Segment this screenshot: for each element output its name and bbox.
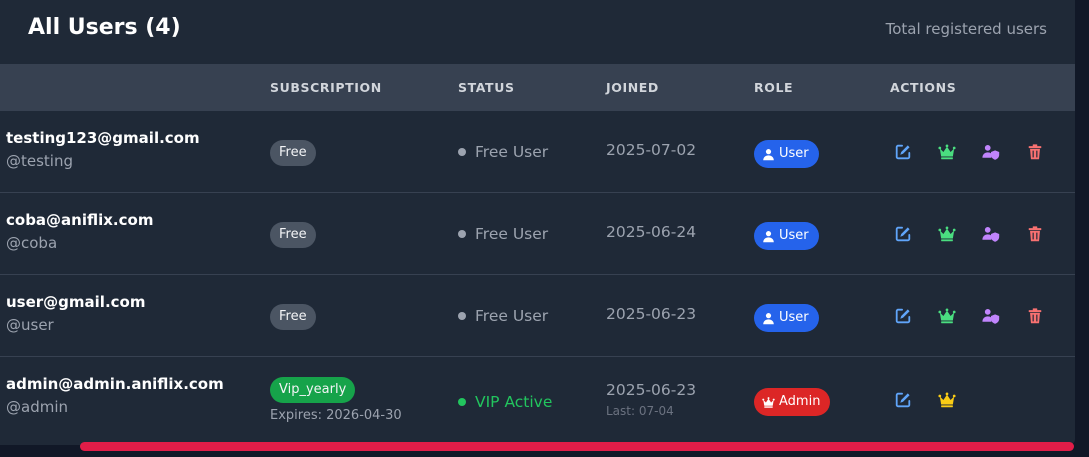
users-panel: All Users (4) Total registered users SUB… xyxy=(0,0,1075,445)
edit-button[interactable] xyxy=(892,389,936,411)
role-label: Admin xyxy=(779,394,821,409)
crown-icon xyxy=(938,392,956,408)
subscription-expiry: Expires: 2026-04-30 xyxy=(270,408,402,423)
subscription-badge: Free xyxy=(270,304,316,330)
column-joined: JOINED xyxy=(606,80,659,95)
role-badge: Admin xyxy=(754,388,831,416)
edit-icon xyxy=(895,144,911,160)
make-admin-button[interactable] xyxy=(980,305,1024,327)
subscription-badge: Free xyxy=(270,222,316,248)
upgrade-vip-button[interactable] xyxy=(936,223,980,245)
user-icon xyxy=(763,148,774,160)
trash-icon xyxy=(1028,308,1042,324)
user-shield-icon xyxy=(982,309,1000,324)
make-admin-button[interactable] xyxy=(980,223,1024,245)
status-indicator: VIP Active xyxy=(458,393,552,411)
edit-button[interactable] xyxy=(892,141,936,163)
table-row: testing123@gmail.com @testing Free Free … xyxy=(0,110,1075,192)
panel-header: All Users (4) Total registered users xyxy=(0,0,1075,64)
upgrade-vip-button[interactable] xyxy=(936,305,980,327)
user-shield-icon xyxy=(982,145,1000,160)
role-label: User xyxy=(779,146,809,161)
status-dot xyxy=(458,148,466,156)
page-title: All Users (4) xyxy=(28,15,181,40)
status-dot xyxy=(458,398,466,406)
page-subtitle: Total registered users xyxy=(885,20,1047,38)
role-badge: User xyxy=(754,222,819,250)
user-shield-icon xyxy=(982,227,1000,242)
delete-button[interactable] xyxy=(1024,223,1068,245)
table-row: user@gmail.com @user Free Free User 2025… xyxy=(0,274,1075,356)
row-actions xyxy=(892,389,980,411)
user-email: user@gmail.com xyxy=(6,293,146,311)
status-dot xyxy=(458,230,466,238)
user-email: coba@aniflix.com xyxy=(6,211,154,229)
crown-icon xyxy=(938,226,956,242)
edit-icon xyxy=(895,392,911,408)
user-username: @admin xyxy=(6,398,68,416)
table-row: coba@aniflix.com @coba Free Free User 20… xyxy=(0,192,1075,274)
edit-icon xyxy=(895,308,911,324)
column-role: ROLE xyxy=(754,80,794,95)
crown-icon xyxy=(762,396,775,408)
subscription-badge: Free xyxy=(270,140,316,166)
delete-button[interactable] xyxy=(1024,141,1068,163)
status-dot xyxy=(458,312,466,320)
column-subscription: SUBSCRIPTION xyxy=(270,80,382,95)
joined-date: 2025-06-24 xyxy=(606,223,697,241)
joined-date: 2025-06-23 xyxy=(606,305,697,323)
make-admin-button[interactable] xyxy=(980,141,1024,163)
status-indicator: Free User xyxy=(458,225,548,243)
user-icon xyxy=(763,230,774,242)
status-text: Free User xyxy=(475,225,549,243)
status-indicator: Free User xyxy=(458,143,548,161)
user-username: @coba xyxy=(6,234,58,252)
table-header: SUBSCRIPTION STATUS JOINED ROLE ACTIONS xyxy=(0,64,1075,110)
trash-icon xyxy=(1028,226,1042,242)
user-icon xyxy=(763,312,774,324)
horizontal-scrollbar[interactable] xyxy=(80,442,1074,451)
table-row: admin@admin.aniflix.com @admin Vip_yearl… xyxy=(0,356,1075,442)
upgrade-vip-button[interactable] xyxy=(936,141,980,163)
column-status: STATUS xyxy=(458,80,515,95)
row-actions xyxy=(892,223,1068,245)
role-badge: User xyxy=(754,304,819,332)
row-actions xyxy=(892,305,1068,327)
subscription-badge: Vip_yearly xyxy=(270,377,356,403)
joined-date: 2025-07-02 xyxy=(606,141,697,159)
user-email: testing123@gmail.com xyxy=(6,129,200,147)
edit-icon xyxy=(895,226,911,242)
user-username: @user xyxy=(6,316,54,334)
crown-icon xyxy=(938,308,956,324)
edit-button[interactable] xyxy=(892,223,936,245)
status-text: Free User xyxy=(475,143,549,161)
delete-button[interactable] xyxy=(1024,305,1068,327)
joined-date: 2025-06-23 xyxy=(606,381,697,399)
status-text: VIP Active xyxy=(475,393,553,411)
edit-button[interactable] xyxy=(892,305,936,327)
crown-icon xyxy=(938,144,956,160)
user-email: admin@admin.aniflix.com xyxy=(6,375,224,393)
role-label: User xyxy=(779,310,809,325)
vip-toggle-button[interactable] xyxy=(936,389,980,411)
user-username: @testing xyxy=(6,152,74,170)
status-indicator: Free User xyxy=(458,307,548,325)
column-actions: ACTIONS xyxy=(890,80,957,95)
row-actions xyxy=(892,141,1068,163)
role-label: User xyxy=(779,228,809,243)
trash-icon xyxy=(1028,144,1042,160)
status-text: Free User xyxy=(475,307,549,325)
last-active: Last: 07-04 xyxy=(606,404,674,418)
role-badge: User xyxy=(754,140,819,168)
